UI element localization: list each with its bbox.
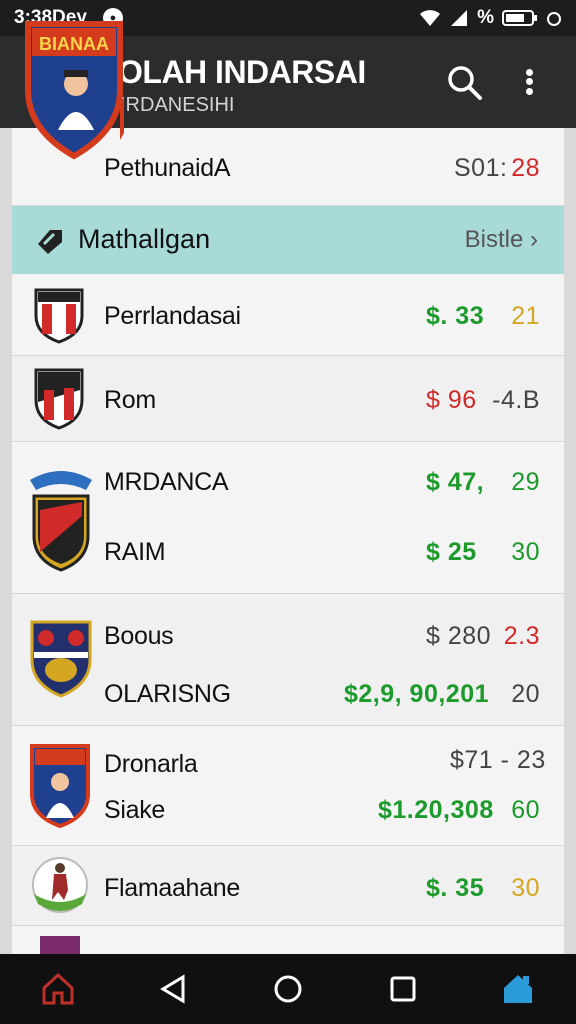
item-name: Perrlandasai [104, 302, 241, 330]
team-crest-icon [34, 368, 84, 430]
team-crest-icon [30, 620, 92, 698]
alarm-icon [547, 12, 561, 26]
item-name: Dronarla [104, 750, 198, 778]
house-blue-icon [504, 975, 533, 1003]
item-change: 20 [511, 680, 540, 708]
app-shortcut-button[interactable] [494, 965, 542, 1013]
list-item[interactable]: MRDANCA $ 47, 29 RAIM $ 25 30 [12, 442, 564, 594]
list-item[interactable]: Dronarla $71 - 23 Siake $1.20,308 60 [12, 726, 564, 846]
recents-button[interactable] [379, 965, 427, 1013]
back-button[interactable] [149, 965, 197, 1013]
item-change: 21 [511, 302, 540, 330]
team-crest-icon [34, 288, 84, 344]
team-crest-icon [30, 471, 92, 572]
section-action[interactable]: Bistle › [465, 226, 538, 254]
crest-logo-icon: BIANAA [25, 21, 148, 160]
section-label: Mathallgan [78, 224, 211, 254]
section-header[interactable]: Mathallgan Bistle › [12, 206, 564, 274]
recents-square-icon [390, 976, 416, 1002]
item-name: Rom [104, 386, 156, 414]
more-options-button[interactable] [514, 62, 544, 102]
battery-icon [502, 10, 537, 26]
chevron-right-icon: › [530, 226, 538, 253]
item-amount: $ 25 [426, 538, 477, 566]
market-list: PethunaidA S01: 28 Mathallgan Bistle › P… [12, 128, 564, 954]
list-item[interactable]: Perrlandasai $. 33 21 [12, 274, 564, 356]
battery-percent: % [477, 7, 494, 28]
item-change: 29 [511, 468, 540, 496]
item-name: Boous [104, 622, 174, 650]
wifi-icon [420, 10, 441, 26]
item-amount: $ 96 [426, 386, 477, 414]
home-button[interactable] [34, 965, 82, 1013]
navigation-bar [0, 954, 576, 1024]
item-name: RAIM [104, 538, 166, 566]
item-change: 30 [511, 874, 540, 902]
tag-icon [38, 230, 62, 254]
app-logo: BIANAA [24, 20, 148, 160]
item-change: 60 [511, 796, 540, 824]
item-amount: $1.20,308 [378, 796, 494, 824]
item-change: 28 [511, 154, 540, 182]
team-crest-icon [40, 936, 80, 954]
item-change: 30 [511, 538, 540, 566]
status-icons: % [419, 7, 562, 29]
item-amount: S01: [454, 154, 508, 182]
app-subtitle: IRDANESIHI [120, 94, 235, 116]
team-crest-icon [30, 744, 90, 828]
item-change: 2.3 [503, 622, 540, 650]
item-amount: $. 33 [426, 302, 485, 330]
item-amount: $71 - 23 [450, 746, 546, 774]
item-change: -4.B [492, 386, 540, 414]
list-item[interactable]: Boous $ 280 2.3 OLARISNG $2,9, 90,201 20 [12, 594, 564, 726]
item-name: MRDANCA [104, 468, 229, 496]
item-amount: $. 35 [426, 874, 485, 902]
home-circle-icon [274, 975, 302, 1003]
back-triangle-icon [159, 974, 185, 1004]
item-name: Siake [104, 796, 166, 824]
signal-icon [451, 10, 468, 26]
list-item[interactable]: Rom $ 96 -4.B [12, 356, 564, 442]
home-icon [42, 972, 74, 1005]
app-title: OLAH INDARSAI [118, 54, 366, 90]
list-item[interactable] [12, 926, 564, 954]
item-name: OLARISNG [104, 680, 231, 708]
svg-text:BIANAA: BIANAA [39, 34, 109, 54]
search-icon [448, 66, 482, 100]
player-avatar-icon [32, 857, 88, 913]
home-circle-button[interactable] [264, 965, 312, 1013]
item-amount: $ 47, [426, 468, 485, 496]
item-amount: $ 280 [426, 622, 492, 650]
item-name: Flamaahane [104, 874, 240, 902]
item-amount: $2,9, 90,201 [344, 680, 490, 708]
search-button[interactable] [444, 62, 484, 102]
list-item[interactable]: Flamaahane $. 35 30 [12, 846, 564, 926]
